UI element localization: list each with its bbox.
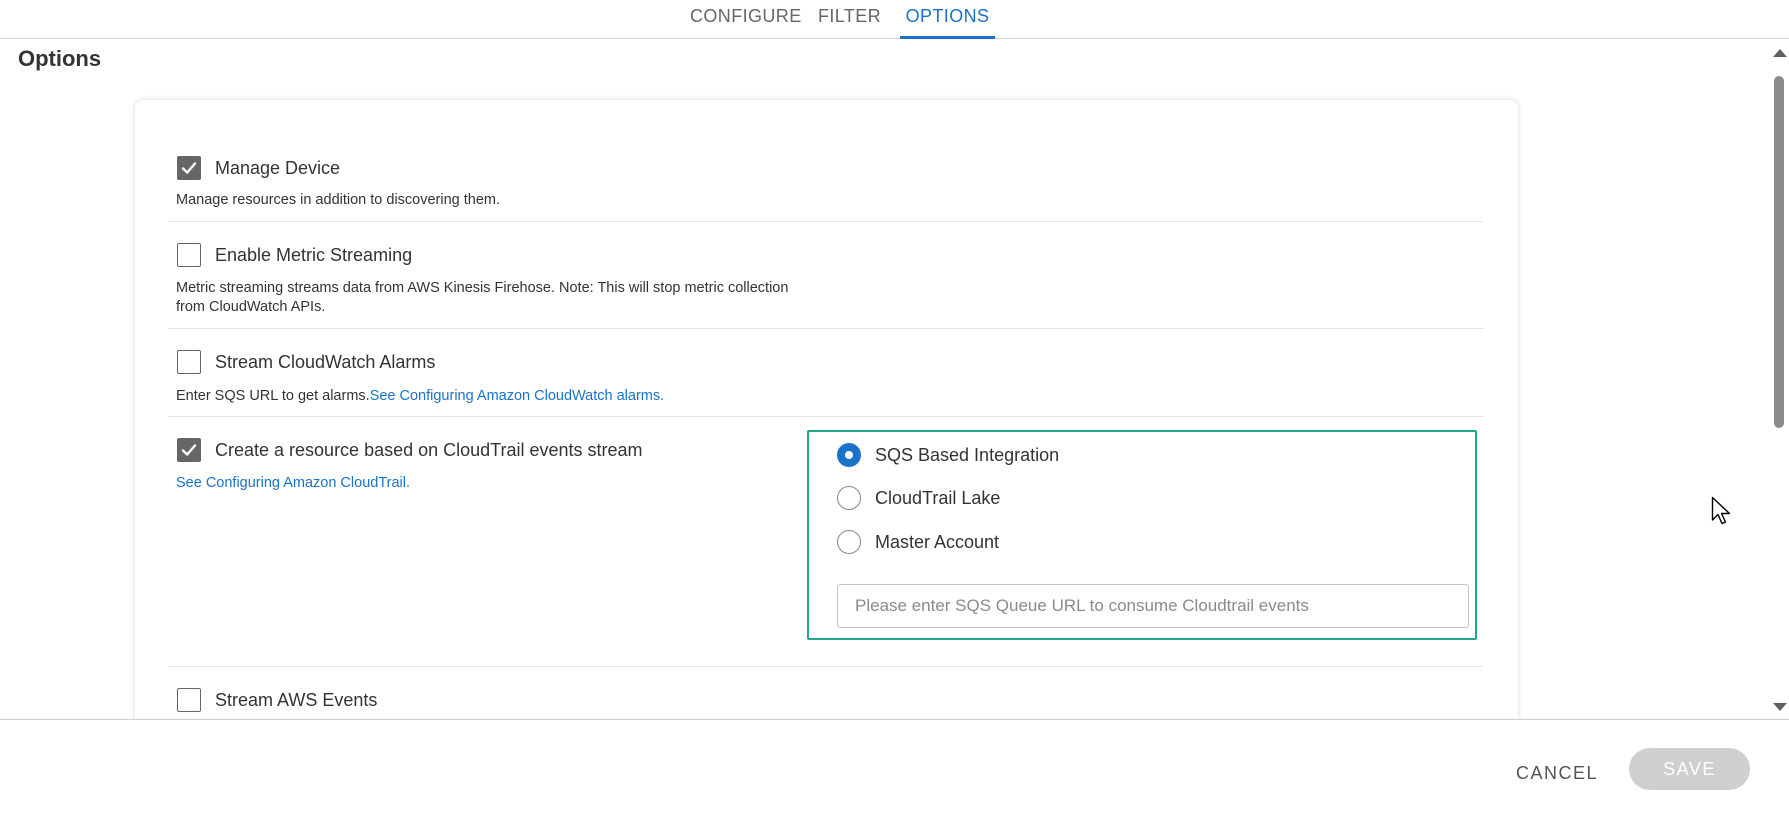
tab-filter[interactable]: FILTER	[818, 0, 881, 39]
metric-streaming-description: Metric streaming streams data from AWS K…	[176, 279, 788, 317]
aws-events-checkbox[interactable]	[177, 688, 201, 712]
cloudtrail-row: Create a resource based on CloudTrail ev…	[177, 438, 643, 462]
manage-device-label: Manage Device	[215, 157, 341, 178]
options-scroll-area: Options Manage Device Manage resources i…	[0, 39, 1789, 719]
cloudwatch-alarms-checkbox[interactable]	[177, 350, 201, 374]
radio-cloudtrail-lake[interactable]: CloudTrail Lake	[837, 486, 1000, 510]
cloudtrail-checkbox[interactable]	[177, 438, 201, 462]
radio-button[interactable]	[837, 530, 861, 554]
cloudwatch-alarms-row: Stream CloudWatch Alarms	[177, 350, 435, 374]
footer-bar: CANCEL SAVE	[0, 719, 1789, 820]
aws-events-row: Stream AWS Events	[177, 688, 377, 712]
cloudtrail-description: See Configuring Amazon CloudTrail.	[176, 474, 410, 493]
radio-master-account[interactable]: Master Account	[837, 530, 999, 554]
radio-sqs-based-integration[interactable]: SQS Based Integration	[837, 443, 1059, 467]
divider	[168, 666, 1483, 667]
sqs-queue-url-input[interactable]	[837, 584, 1469, 628]
cancel-button[interactable]: CANCEL	[1497, 752, 1617, 794]
scroll-down-arrow-icon[interactable]	[1773, 703, 1787, 711]
cloudtrail-integration-panel: SQS Based Integration CloudTrail Lake Ma…	[807, 430, 1477, 640]
divider	[168, 221, 1483, 222]
cloudtrail-link[interactable]: See Configuring Amazon CloudTrail.	[176, 475, 410, 491]
checkmark-icon	[181, 444, 197, 456]
radio-dot-icon	[845, 451, 853, 459]
cloudtrail-label: Create a resource based on CloudTrail ev…	[215, 439, 643, 460]
cloudwatch-alarms-label: Stream CloudWatch Alarms	[215, 351, 436, 372]
mouse-pointer-icon	[1711, 496, 1733, 531]
manage-device-description: Manage resources in addition to discover…	[176, 192, 501, 208]
manage-device-checkbox[interactable]	[177, 156, 201, 180]
page-title: Options	[18, 46, 102, 71]
vertical-scrollbar[interactable]	[1769, 39, 1789, 719]
divider	[168, 328, 1483, 329]
metric-streaming-checkbox[interactable]	[177, 243, 201, 267]
aws-events-label: Stream AWS Events	[215, 689, 378, 710]
options-card: Manage Device Manage resources in additi…	[135, 100, 1518, 719]
scroll-up-arrow-icon[interactable]	[1773, 49, 1787, 57]
radio-label: SQS Based Integration	[875, 444, 1060, 465]
checkmark-icon	[181, 162, 197, 174]
tab-configure[interactable]: CONFIGURE	[690, 0, 801, 39]
metric-streaming-label: Enable Metric Streaming	[215, 244, 413, 265]
tab-options[interactable]: OPTIONS	[900, 0, 995, 39]
save-button[interactable]: SAVE	[1629, 748, 1750, 790]
cloudwatch-alarms-description-text: Enter SQS URL to get alarms.	[176, 388, 370, 404]
divider	[168, 416, 1483, 417]
metric-streaming-description-line2: from CloudWatch APIs.	[176, 299, 326, 315]
metric-streaming-row: Enable Metric Streaming	[177, 243, 412, 267]
scrollbar-thumb[interactable]	[1774, 76, 1784, 428]
radio-button[interactable]	[837, 486, 861, 510]
tab-bar: CONFIGURE FILTER OPTIONS	[0, 0, 1789, 39]
metric-streaming-description-line1: Metric streaming streams data from AWS K…	[176, 280, 789, 296]
manage-device-row: Manage Device	[177, 156, 340, 180]
cloudwatch-alarms-link[interactable]: See Configuring Amazon CloudWatch alarms…	[370, 388, 664, 404]
radio-label: Master Account	[875, 531, 1000, 552]
radio-label: CloudTrail Lake	[875, 487, 1001, 508]
radio-button-selected[interactable]	[837, 443, 861, 467]
cloudwatch-alarms-description: Enter SQS URL to get alarms.See Configur…	[176, 387, 664, 406]
